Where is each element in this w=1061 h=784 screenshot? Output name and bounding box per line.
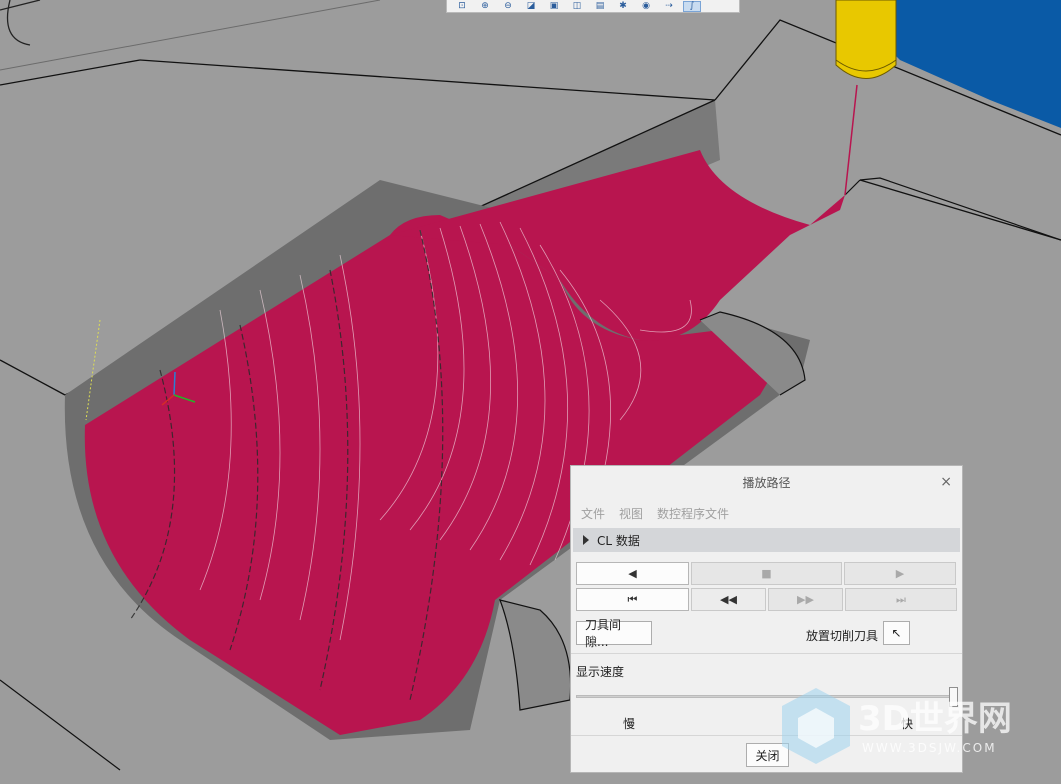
zoom-fit-icon[interactable]: ⊡ [453,1,471,12]
watermark-url: WWW.3DSJW.COM [862,741,997,755]
slow-label: 慢 [623,717,636,731]
display-speed-label: 显示速度 [576,665,625,679]
watermark: 3D世界网 WWW.3DSJW.COM [776,686,1056,766]
step-back-button[interactable]: ◀◀ [691,588,766,611]
display-style-icon[interactable]: ◫ [568,1,586,12]
spin-center-icon[interactable]: ⇢ [660,1,678,12]
view-toolbar: ⊡ ⊕ ⊖ ◪ ▣ ◫ ▤ ✱ ◉ ⇢ ∫ [446,0,740,13]
play-backward-button[interactable]: ◀ [576,562,689,585]
watermark-logo: 3D世界网 WWW.3DSJW.COM [782,688,1012,764]
play-forward-button[interactable]: ▶ [844,562,956,585]
menu-nc-file[interactable]: 数控程序文件 [657,505,729,522]
place-tool-cursor-icon[interactable]: ↖ [883,621,910,645]
zoom-out-icon[interactable]: ⊖ [499,1,517,12]
close-icon[interactable]: × [940,474,952,490]
saved-views-icon[interactable]: ▣ [545,1,563,12]
place-cutting-tool-label: 放置切削刀具 [806,629,879,643]
rewind-to-start-button[interactable]: ⏮ [576,588,689,611]
zoom-in-icon[interactable]: ⊕ [476,1,494,12]
dialog-title: 播放路径 [742,475,791,490]
dialog-titlebar[interactable]: 播放路径 × [571,466,962,498]
cl-data-label: CL 数据 [597,533,640,548]
tool-clearance-button[interactable]: 刀具间隙... [576,618,652,649]
menu-file[interactable]: 文件 [581,505,605,522]
expand-triangle-icon [583,535,589,545]
repaint-icon[interactable]: ◪ [522,1,540,12]
view-manager-icon[interactable]: ▤ [591,1,609,12]
cl-data-section[interactable]: CL 数据 [573,528,960,552]
annotation-display-icon[interactable]: ◉ [637,1,655,12]
dialog-menubar: 文件 视图 数控程序文件 [571,498,962,528]
watermark-brand: 3D世界网 [858,699,1012,739]
datum-display-icon[interactable]: ✱ [614,1,632,12]
stop-button[interactable]: ■ [691,562,842,585]
step-forward-button[interactable]: ▶▶ [768,588,843,611]
skip-to-end-button[interactable]: ⏭ [845,588,957,611]
toolpath-icon[interactable]: ∫ [683,0,701,12]
menu-view[interactable]: 视图 [619,505,643,522]
